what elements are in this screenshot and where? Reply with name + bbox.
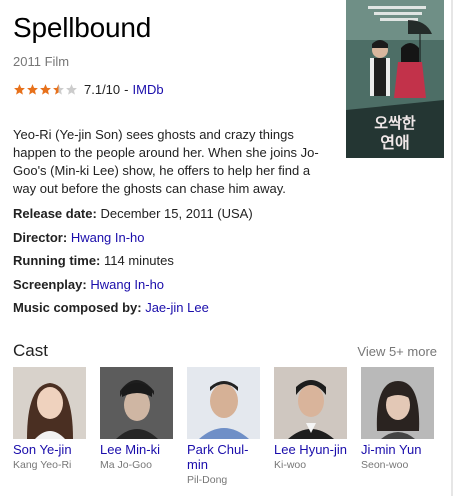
star-icon: [39, 83, 52, 96]
fact-label: Release date:: [13, 206, 97, 221]
screenplay-link[interactable]: Hwang In-ho: [90, 277, 164, 292]
cast-photo[interactable]: [274, 367, 347, 439]
cast-photo[interactable]: [187, 367, 260, 439]
cast-name[interactable]: Ji-min Yun: [361, 442, 434, 457]
fact-screenplay: Screenplay: Hwang In-ho: [13, 277, 253, 301]
cast-card[interactable]: Lee Min-ki Ma Jo-Goo: [100, 367, 173, 486]
cast-card[interactable]: Park Chul-min Pil-Dong: [187, 367, 260, 486]
fact-value: 114 minutes: [104, 253, 174, 268]
svg-text:오싹한: 오싹한: [374, 114, 416, 132]
view-more-cast-link[interactable]: View 5+ more: [357, 344, 437, 359]
film-description: Yeo-Ri (Ye-jin Son) sees ghosts and craz…: [13, 127, 319, 196]
cast-role: Pil-Dong: [187, 474, 228, 486]
cast-name[interactable]: Lee Hyun-jin: [274, 442, 347, 457]
imdb-link[interactable]: IMDb: [133, 82, 164, 97]
fact-label: Music composed by:: [13, 300, 142, 315]
cast-heading: Cast: [13, 341, 48, 360]
star-icon: [26, 83, 39, 96]
cast-card[interactable]: Son Ye-jin Kang Yeo-Ri: [13, 367, 86, 486]
music-composer-link[interactable]: Jae-jin Lee: [145, 300, 209, 315]
rating-row: 7.1/10 - IMDb: [13, 82, 164, 97]
cast-role: Kang Yeo-Ri: [13, 459, 72, 471]
star-half-icon: [52, 83, 65, 96]
fact-running-time: Running time: 114 minutes: [13, 253, 253, 277]
fact-release-date: Release date: December 15, 2011 (USA): [13, 206, 253, 230]
fact-label: Running time:: [13, 253, 101, 268]
cast-photo[interactable]: [100, 367, 173, 439]
cast-role: Ma Jo-Goo: [100, 459, 152, 471]
fact-music: Music composed by: Jae-jin Lee: [13, 300, 253, 324]
cast-name[interactable]: Park Chul-min: [187, 442, 260, 472]
facts-list: Release date: December 15, 2011 (USA) Di…: [13, 206, 253, 324]
cast-photo[interactable]: [13, 367, 86, 439]
page-title: Spellbound: [13, 12, 152, 43]
cast-role: Ki-woo: [274, 459, 307, 471]
svg-text:연애: 연애: [380, 133, 409, 152]
cast-carousel: Son Ye-jin Kang Yeo-Ri Lee Min-ki Ma Jo-…: [13, 367, 434, 486]
film-poster[interactable]: 오싹한 연애: [346, 0, 444, 158]
cast-photo[interactable]: [361, 367, 434, 439]
fact-director: Director: Hwang In-ho: [13, 230, 253, 254]
director-link[interactable]: Hwang In-ho: [71, 230, 145, 245]
cast-card[interactable]: Ji-min Yun Seon-woo: [361, 367, 434, 486]
cast-role: Seon-woo: [361, 459, 409, 471]
fact-label: Screenplay:: [13, 276, 87, 292]
rating-stars: [13, 83, 78, 96]
cast-card[interactable]: Lee Hyun-jin Ki-woo: [274, 367, 347, 486]
cast-header: Cast View 5+ more: [13, 341, 437, 361]
cast-name[interactable]: Lee Min-ki: [100, 442, 173, 457]
rating-score: 7.1/10: [84, 82, 121, 97]
cast-name[interactable]: Son Ye-jin: [13, 442, 86, 457]
knowledge-panel: Spellbound 2011 Film 7.1/10 - IMDb 오싹한 연…: [0, 0, 453, 496]
film-subtitle: 2011 Film: [13, 54, 70, 69]
star-empty-icon: [65, 83, 78, 96]
fact-label: Director:: [13, 229, 68, 245]
rating-separator: -: [124, 82, 129, 97]
fact-value: December 15, 2011 (USA): [100, 206, 253, 221]
star-icon: [13, 83, 26, 96]
